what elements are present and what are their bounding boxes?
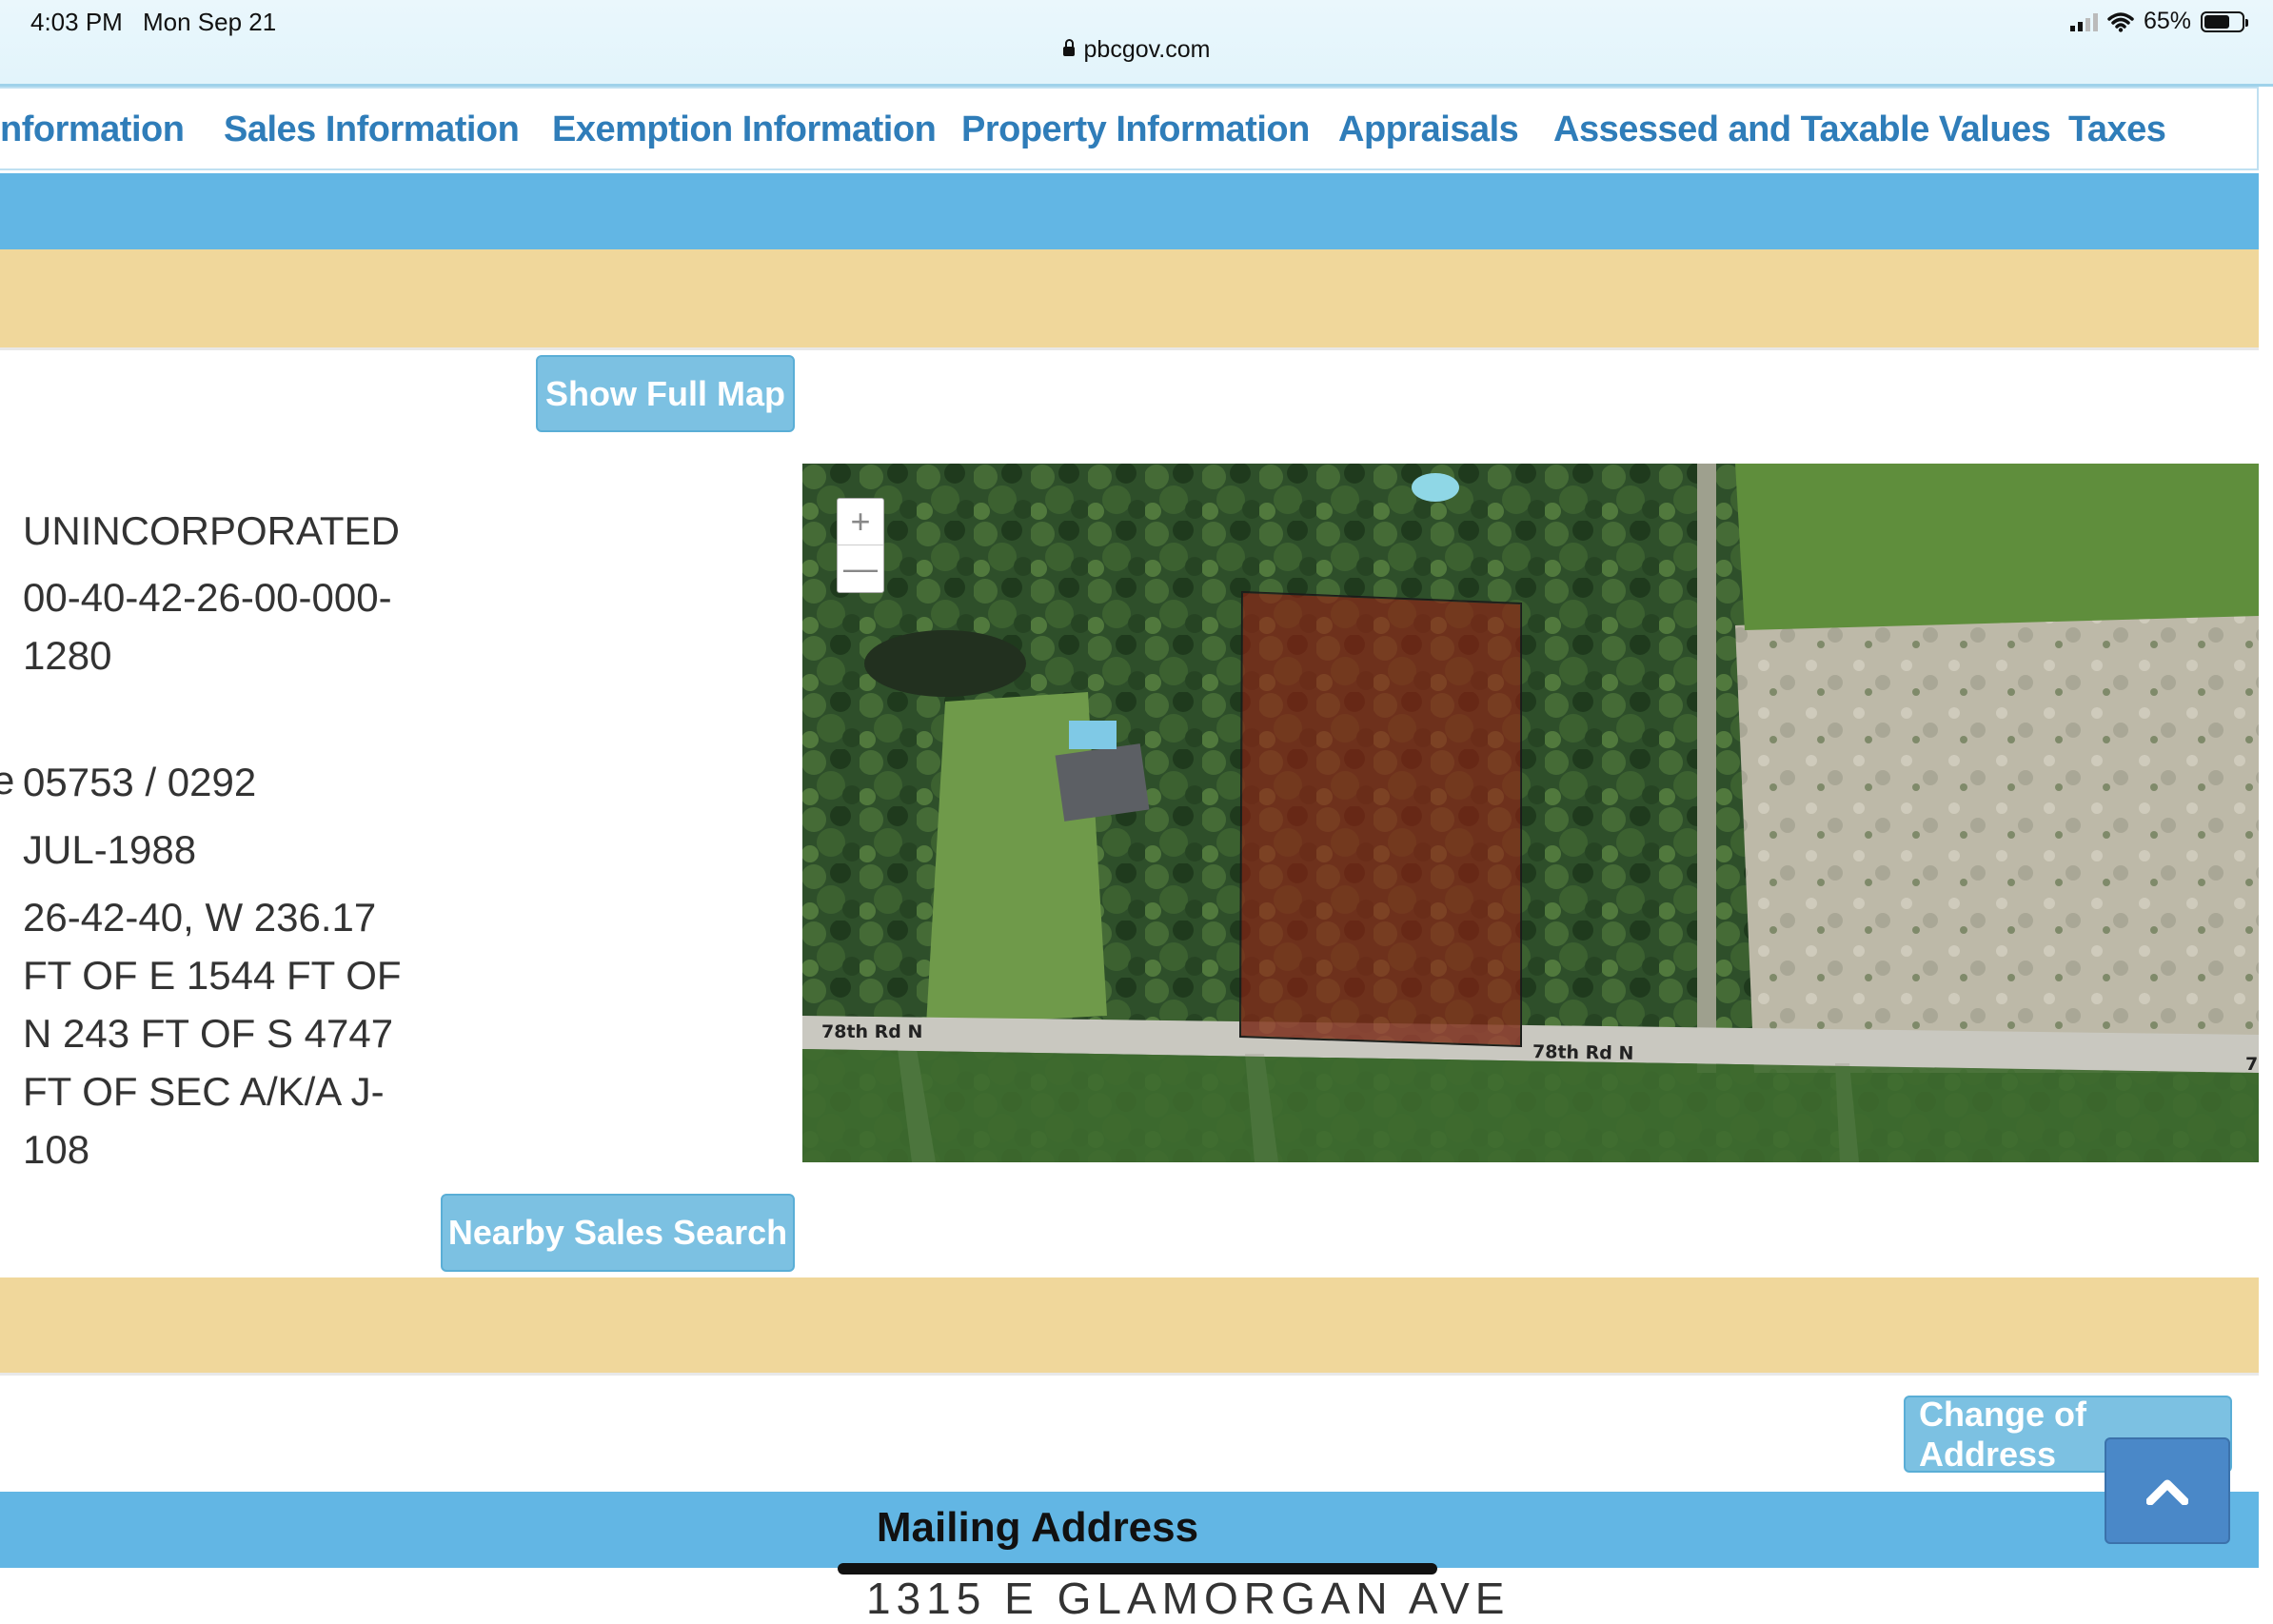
battery-percent: 65% bbox=[2143, 8, 2191, 34]
legal-description-line3: N 243 FT OF S 4747 bbox=[23, 1011, 394, 1056]
tab-taxes[interactable]: Taxes bbox=[2068, 109, 2166, 150]
aerial-imagery bbox=[802, 464, 2259, 1162]
show-full-map-button[interactable]: Show Full Map bbox=[536, 355, 795, 432]
signal-icon bbox=[2069, 12, 2098, 31]
parcel-map[interactable]: + — 78th Rd N 78th Rd N 7 bbox=[802, 464, 2259, 1162]
zoom-in-button[interactable]: + bbox=[838, 499, 883, 545]
tab-ownership-information[interactable]: nformation bbox=[0, 109, 185, 150]
status-indicators: 65% bbox=[2069, 8, 2248, 35]
status-time: 4:03 PM bbox=[30, 8, 123, 36]
lock-icon bbox=[1062, 39, 1075, 56]
legal-description-line2: FT OF E 1544 FT OF bbox=[23, 953, 402, 998]
mailing-address-line: 1315 E GLAMORGAN AVE bbox=[866, 1574, 1511, 1623]
tab-assessed-taxable-values[interactable]: Assessed and Taxable Values bbox=[1553, 109, 2051, 150]
road-label: 7 bbox=[2245, 1054, 2259, 1075]
legal-description-line5: 108 bbox=[23, 1127, 90, 1172]
parcel-number-line2: 1280 bbox=[23, 633, 112, 678]
scroll-to-top-button[interactable] bbox=[2105, 1437, 2230, 1544]
wifi-icon bbox=[2107, 11, 2134, 32]
section-nav: nformation Sales Information Exemption I… bbox=[0, 87, 2259, 170]
status-date: Mon Sep 21 bbox=[143, 8, 277, 36]
road-label: 78th Rd N bbox=[821, 1021, 923, 1042]
status-bar: 4:03 PM Mon Sep 21 pbcgov.com 65% bbox=[0, 0, 2273, 87]
battery-icon bbox=[2201, 10, 2248, 32]
tab-exemption-information[interactable]: Exemption Information bbox=[552, 109, 937, 150]
url-text: pbcgov.com bbox=[1083, 36, 1211, 63]
chevron-up-icon bbox=[2146, 1479, 2188, 1505]
subheader-band bbox=[0, 1277, 2259, 1376]
tab-sales-information[interactable]: Sales Information bbox=[224, 109, 520, 150]
subheader-band bbox=[0, 249, 2259, 350]
nearby-sales-search-button[interactable]: Nearby Sales Search bbox=[441, 1194, 795, 1272]
official-records-book-page: 05753 / 0292 bbox=[23, 760, 257, 804]
tab-appraisals[interactable]: Appraisals bbox=[1338, 109, 1519, 150]
tab-property-information[interactable]: Property Information bbox=[961, 109, 1310, 150]
mailing-address-title: Mailing Address bbox=[876, 1504, 1199, 1551]
cut-label-fragment: e bbox=[0, 758, 15, 802]
parcel-number-line1: 00-40-42-26-00-000- bbox=[23, 575, 392, 620]
map-zoom-control: + — bbox=[837, 498, 884, 593]
road-label: 78th Rd N bbox=[1532, 1041, 1634, 1064]
zoom-out-button[interactable]: — bbox=[838, 545, 883, 591]
address-bar[interactable]: pbcgov.com bbox=[0, 36, 2273, 64]
home-indicator bbox=[838, 1563, 1437, 1574]
section-header-band bbox=[0, 173, 2259, 249]
sale-date-value: JUL-1988 bbox=[23, 827, 197, 872]
legal-description-line1: 26-42-40, W 236.17 bbox=[23, 895, 377, 940]
municipality-value: UNINCORPORATED bbox=[23, 508, 400, 553]
legal-description-line4: FT OF SEC A/K/A J- bbox=[23, 1069, 385, 1114]
